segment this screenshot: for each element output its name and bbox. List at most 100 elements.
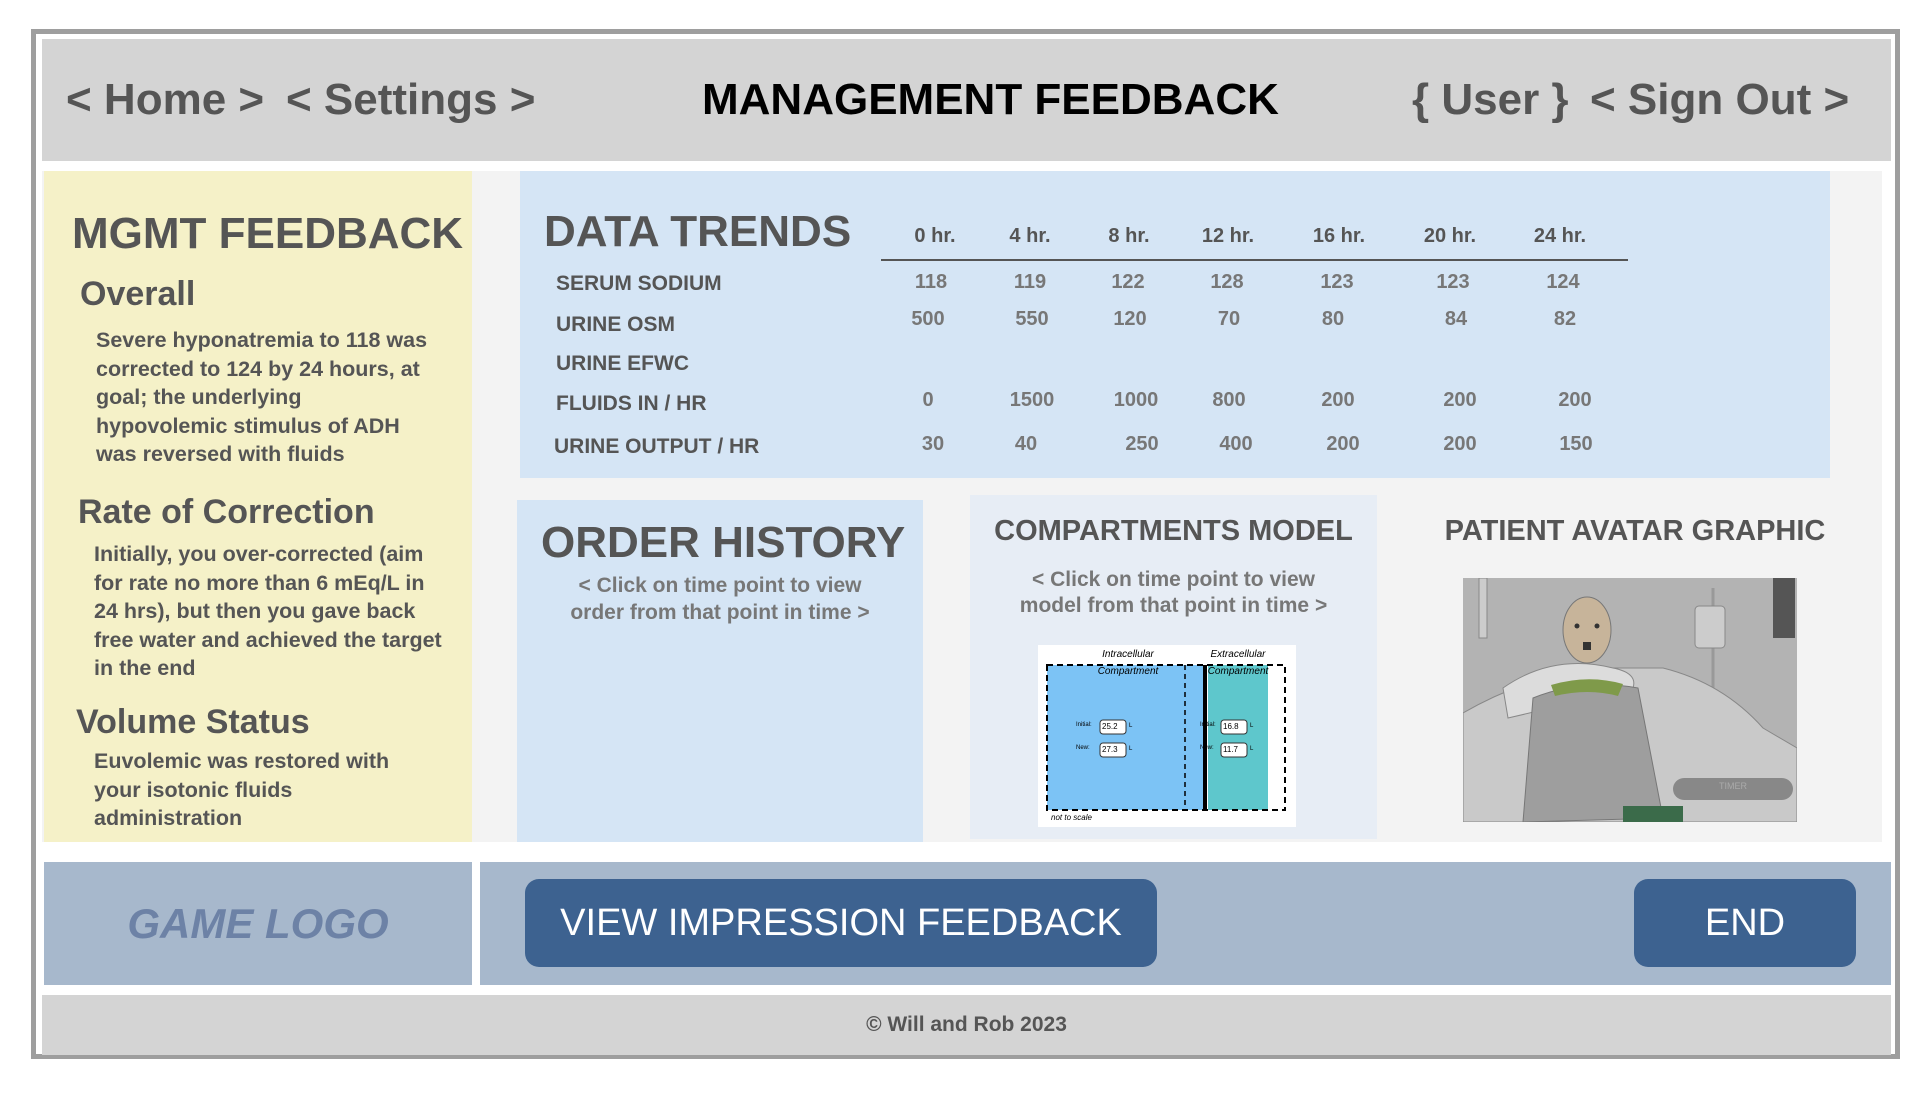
- patient-mouth: [1583, 642, 1591, 650]
- header-divider: [881, 259, 1628, 261]
- time-point-12[interactable]: 12 hr.: [1178, 225, 1278, 248]
- table-cell: 123: [1436, 271, 1470, 293]
- time-point-8[interactable]: 8 hr.: [1079, 225, 1179, 248]
- intra-initial-value: 25.2: [1102, 722, 1118, 731]
- table-cell: 150: [1559, 433, 1593, 455]
- table-cell: 82: [1553, 308, 1577, 330]
- settings-link[interactable]: < Settings >: [286, 39, 535, 161]
- intracellular-label: Intracellular: [1102, 649, 1154, 660]
- user-link[interactable]: { User }: [1412, 39, 1569, 161]
- table-cell: 200: [1443, 433, 1477, 455]
- overall-heading: Overall: [80, 275, 196, 313]
- feedback-title: MGMT FEEDBACK: [72, 209, 464, 258]
- table-cell: 124: [1546, 271, 1580, 293]
- home-link[interactable]: < Home >: [66, 39, 264, 161]
- row-label-urine-output: URINE OUTPUT / HR: [554, 435, 760, 458]
- order-history-hint-line-2: order from that point in time >: [570, 601, 870, 624]
- data-trends-title: DATA TRENDS: [544, 207, 852, 256]
- compartments-model-panel: COMPARTMENTS MODEL < Click on time point…: [970, 495, 1377, 839]
- table-cell: 84: [1444, 308, 1468, 330]
- game-logo: GAME LOGO: [127, 900, 389, 947]
- game-logo-area: GAME LOGO: [44, 862, 472, 985]
- table-cell: 1500: [1009, 389, 1055, 411]
- table-cell: 200: [1443, 389, 1477, 411]
- sign-out-link[interactable]: < Sign Out >: [1590, 39, 1849, 161]
- volume-text: Euvolemic was restored with your isotoni…: [94, 749, 390, 830]
- volume-heading: Volume Status: [76, 703, 310, 741]
- extra-new-unit: L: [1250, 746, 1254, 752]
- table-cell: 40: [1014, 433, 1038, 455]
- extra-initial-label: Initial:: [1200, 722, 1216, 728]
- table-cell: 118: [914, 271, 948, 293]
- time-point-0[interactable]: 0 hr.: [885, 225, 985, 248]
- table-cell: 200: [1321, 389, 1355, 411]
- view-impression-feedback-button[interactable]: VIEW IMPRESSION FEEDBACK: [525, 879, 1157, 967]
- compartments-diagram[interactable]: Intracellular Compartment Extracellular …: [1038, 645, 1296, 827]
- patient-eye-right: [1594, 623, 1600, 629]
- table-cell: 80: [1321, 308, 1345, 330]
- order-history-title: ORDER HISTORY: [541, 518, 906, 567]
- book-shape: [1623, 806, 1683, 822]
- row-label-serum-sodium: SERUM SODIUM: [556, 272, 722, 295]
- table-cell: 123: [1320, 271, 1354, 293]
- footer: © Will and Rob 2023: [42, 995, 1891, 1055]
- row-label-urine-efwc: URINE EFWC: [556, 352, 689, 375]
- patient-avatar-title: PATIENT AVATAR GRAPHIC: [1444, 515, 1826, 547]
- action-bar: VIEW IMPRESSION FEEDBACK END: [480, 862, 1891, 985]
- feedback-panel: MGMT FEEDBACK Overall Severe hyponatremi…: [44, 171, 472, 842]
- timer-label: TIMER: [1719, 781, 1747, 791]
- table-cell: 550: [1015, 308, 1049, 330]
- scale-note: not to scale: [1051, 813, 1092, 822]
- page-title: MANAGEMENT FEEDBACK: [702, 75, 1279, 124]
- table-cell: 1000: [1113, 389, 1159, 411]
- patient-eye-left: [1574, 623, 1580, 629]
- extracellular-label: Extracellular: [1210, 649, 1266, 660]
- table-cell: 200: [1558, 389, 1592, 411]
- table-cell: 250: [1125, 433, 1159, 455]
- iv-bag-left: [1478, 578, 1488, 639]
- order-history-panel[interactable]: ORDER HISTORY < Click on time point to v…: [517, 500, 923, 842]
- extracellular-compartment-word: Compartment: [1207, 666, 1269, 677]
- patient-head: [1562, 596, 1612, 664]
- intracellular-compartment-word: Compartment: [1097, 666, 1159, 677]
- end-button[interactable]: END: [1634, 879, 1856, 967]
- overall-text: Severe hyponatremia to 118 was corrected…: [96, 328, 428, 466]
- time-point-24[interactable]: 24 hr.: [1510, 225, 1610, 248]
- intra-new-unit: L: [1129, 746, 1133, 752]
- extra-initial-unit: L: [1250, 723, 1254, 729]
- table-cell: 400: [1219, 433, 1253, 455]
- extra-initial-value: 16.8: [1223, 722, 1239, 731]
- table-cell: 500: [911, 308, 945, 330]
- intracellular-fill: [1047, 665, 1205, 810]
- row-label-urine-osm: URINE OSM: [556, 313, 676, 336]
- rate-text: Initially, you over-corrected (aim for r…: [94, 542, 442, 680]
- data-trends-panel: DATA TRENDS 0 hr. 4 hr. 8 hr. 12 hr. 16 …: [520, 171, 1830, 478]
- table-cell: 122: [1111, 271, 1145, 293]
- compartments-hint-line-2: model from that point in time >: [1019, 594, 1328, 617]
- intra-new-value: 27.3: [1102, 745, 1118, 754]
- table-cell: 200: [1326, 433, 1360, 455]
- copyright-text: © Will and Rob 2023: [866, 1013, 1067, 1036]
- extracellular-fill: [1208, 665, 1268, 810]
- intra-new-label: New:: [1076, 745, 1090, 751]
- top-bar: < Home > < Settings > MANAGEMENT FEEDBAC…: [42, 39, 1891, 161]
- time-point-20[interactable]: 20 hr.: [1400, 225, 1500, 248]
- compartments-hint-line-1: < Click on time point to view: [1032, 568, 1315, 591]
- rate-heading: Rate of Correction: [78, 493, 375, 531]
- extra-new-value: 11.7: [1223, 745, 1238, 754]
- monitor-shape: [1773, 578, 1795, 638]
- table-cell: 800: [1212, 389, 1246, 411]
- row-label-fluids-in: FLUIDS IN / HR: [556, 392, 707, 415]
- extra-new-label: New:: [1200, 745, 1214, 751]
- order-history-hint-line-1: < Click on time point to view: [578, 574, 862, 597]
- table-cell: 119: [1013, 271, 1047, 293]
- table-cell: 120: [1113, 308, 1147, 330]
- table-cell: 30: [921, 433, 945, 455]
- intra-initial-unit: L: [1129, 723, 1133, 729]
- compartments-model-title: COMPARTMENTS MODEL: [994, 515, 1353, 547]
- time-point-4[interactable]: 4 hr.: [980, 225, 1080, 248]
- intra-initial-label: Initial:: [1076, 722, 1092, 728]
- table-cell: 128: [1210, 271, 1244, 293]
- time-point-16[interactable]: 16 hr.: [1289, 225, 1389, 248]
- iv-bag-right: [1694, 605, 1726, 649]
